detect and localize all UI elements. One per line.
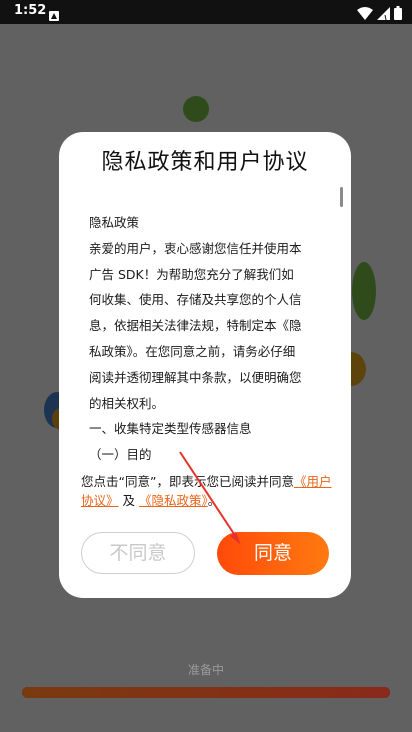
disagree-button[interactable]: 不同意 — [81, 532, 195, 574]
policy-line: 广告 SDK！为帮助您充分了解我们如 — [89, 266, 294, 282]
loading-label: 准备中 — [187, 663, 224, 677]
consent-statement: 您点击“同意”，即表示您已阅读并同意《用户协议》 及 《隐私政策》。 — [81, 472, 333, 510]
policy-line: 亲爱的用户，衷心感谢您信任并使用本 — [89, 240, 302, 256]
status-time: 1:52 — [14, 3, 47, 18]
dialog-title: 隐私政策和用户协议 — [101, 150, 309, 175]
policy-line: 一、收集特定类型传感器信息 — [89, 421, 252, 437]
privacy-dialog: 隐私政策和用户协议 隐私政策 亲爱的用户，衷心感谢您信任并使用本 广告 SDK！… — [59, 132, 351, 598]
loading-progress-bar — [22, 687, 390, 698]
policy-line: （一）目的 — [89, 447, 152, 463]
signal-icon — [377, 5, 390, 24]
policy-line: 何收集、使用、存储及共享您的个人信 — [89, 292, 302, 308]
consent-suffix: 。 — [207, 493, 221, 508]
status-icons — [357, 5, 402, 24]
wifi-icon — [357, 5, 373, 24]
scrollbar[interactable] — [340, 187, 343, 207]
screen: 准备中 1:52 隐私政策和用户协议 隐私政策 亲爱的用户，衷心感谢您信任并使用… — [0, 0, 412, 732]
policy-line: 的相关权利。 — [89, 395, 165, 411]
battery-icon — [394, 5, 402, 24]
consent-prefix: 您点击“同意”，即表示您已阅读并同意 — [81, 474, 294, 489]
agree-button[interactable]: 同意 — [217, 532, 329, 575]
policy-line: 息，依据相关法律法规，特制定本《隐 — [89, 318, 302, 334]
policy-line: 隐私政策 — [89, 215, 140, 230]
policy-line: 阅读并透彻理解其中条款，以便明确您 — [89, 369, 302, 385]
policy-line: 私政策》。在您同意之前，请务必仔细 — [89, 343, 296, 359]
status-bar: 1:52 — [0, 0, 412, 24]
notification-icon — [49, 6, 59, 21]
privacy-policy-link[interactable]: 《隐私政策》 — [139, 493, 208, 508]
consent-and: 及 — [122, 493, 136, 508]
loading-progress-fill — [22, 687, 390, 698]
